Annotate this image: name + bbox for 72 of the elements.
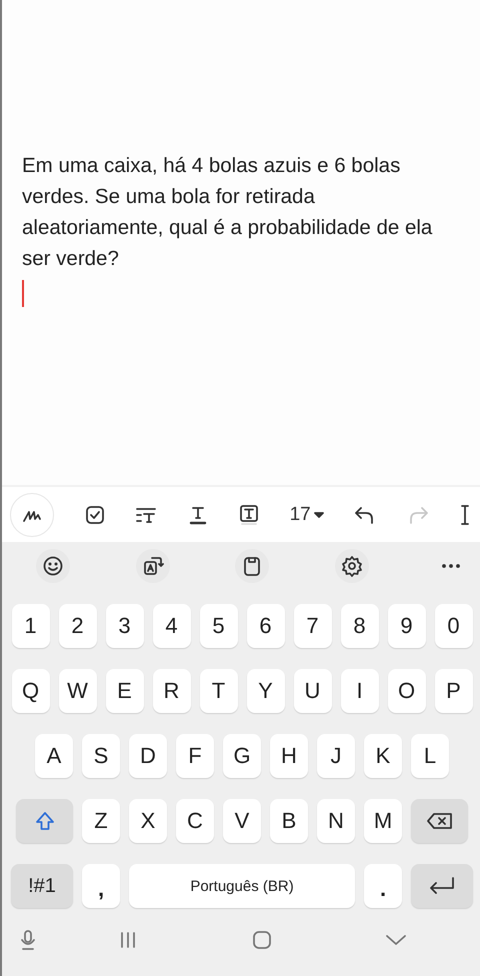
keyboard-key[interactable]: R xyxy=(152,669,190,713)
symbols-key[interactable]: !#1 xyxy=(11,864,73,908)
settings-button[interactable] xyxy=(334,549,368,583)
backspace-icon xyxy=(426,811,454,831)
space-key[interactable]: Português (BR) xyxy=(129,864,355,908)
keyboard-key[interactable]: G xyxy=(223,734,261,778)
keyboard-key[interactable]: I xyxy=(340,669,378,713)
keyboard-key[interactable]: B xyxy=(270,799,308,843)
translate-button[interactable] xyxy=(136,549,170,583)
keyboard-key[interactable]: D xyxy=(129,734,167,778)
shift-arrow-icon xyxy=(34,810,56,832)
keyboard-key[interactable]: P xyxy=(434,669,472,713)
pen-scribble-button[interactable] xyxy=(10,492,54,536)
clipboard-icon xyxy=(241,555,263,577)
keyboard-key[interactable]: A xyxy=(35,734,73,778)
emoji-icon xyxy=(42,555,64,577)
keyboard-key[interactable]: L xyxy=(411,734,449,778)
keyboard-key[interactable]: M xyxy=(364,799,402,843)
checkbox-button[interactable] xyxy=(84,504,105,524)
keyboard-key[interactable]: Y xyxy=(246,669,284,713)
font-size-dropdown[interactable]: 17 xyxy=(290,504,324,526)
note-text: Em uma caixa, há 4 bolas azuis e 6 bolas verdes. Se uma bola for retirada aleatoriamente, qual é a probabilidade de ela ser verde? xyxy=(22,153,434,272)
text-underline-icon xyxy=(188,504,208,524)
text-cursor-icon xyxy=(460,504,470,526)
keyboard-key[interactable]: X xyxy=(129,799,167,843)
keyboard-key[interactable]: 5 xyxy=(200,604,238,648)
keyboard-key[interactable]: 8 xyxy=(340,604,378,648)
emoji-button[interactable] xyxy=(36,549,70,583)
text-underline-button[interactable] xyxy=(188,504,208,524)
enter-key[interactable] xyxy=(411,864,473,908)
shift-key[interactable] xyxy=(16,799,73,843)
keyboard-key[interactable]: T xyxy=(200,669,238,713)
enter-arrow-icon xyxy=(428,876,456,896)
backspace-key[interactable] xyxy=(411,799,468,843)
keyboard-key[interactable]: J xyxy=(317,734,355,778)
keyboard-key[interactable]: , xyxy=(82,864,120,908)
settings-icon xyxy=(340,555,362,577)
keyboard-key[interactable]: 3 xyxy=(106,604,144,648)
keyboard-key[interactable]: 4 xyxy=(152,604,190,648)
keyboard-key[interactable]: V xyxy=(223,799,261,843)
keyboard-key[interactable]: . xyxy=(364,864,402,908)
more-icon xyxy=(442,564,460,568)
keyboard-key[interactable]: Q xyxy=(12,669,50,713)
text-style-icon xyxy=(135,506,158,524)
keyboard-key[interactable]: N xyxy=(317,799,355,843)
home-icon xyxy=(251,929,273,951)
translate-icon xyxy=(142,555,164,577)
caret-icon xyxy=(314,512,324,518)
keyboard-key[interactable]: Z xyxy=(82,799,120,843)
keyboard-key[interactable]: 0 xyxy=(434,604,472,648)
keyboard-key[interactable]: F xyxy=(176,734,214,778)
keyboard-key[interactable]: U xyxy=(294,669,332,713)
keyboard-key[interactable]: 9 xyxy=(388,604,426,648)
keyboard-key[interactable]: 2 xyxy=(58,604,96,648)
keyboard-key[interactable]: 6 xyxy=(246,604,284,648)
text-box-button[interactable] xyxy=(238,504,259,524)
keyboard-key[interactable]: S xyxy=(82,734,120,778)
keyboard-key[interactable]: K xyxy=(364,734,402,778)
keyboard-key[interactable]: W xyxy=(58,669,96,713)
keyboard-key[interactable]: C xyxy=(176,799,214,843)
text-cursor-button[interactable] xyxy=(460,504,470,526)
home-button[interactable] xyxy=(251,929,273,951)
text-style-button[interactable] xyxy=(135,506,158,524)
checkbox-icon xyxy=(84,504,105,524)
keyboard-key[interactable]: O xyxy=(388,669,426,713)
keyboard-key[interactable]: H xyxy=(270,734,308,778)
keyboard-key[interactable]: 1 xyxy=(12,604,50,648)
text-box-icon xyxy=(238,504,259,524)
keyboard-key[interactable]: E xyxy=(106,669,144,713)
keyboard-key[interactable]: 7 xyxy=(294,604,332,648)
redo-icon xyxy=(407,504,430,524)
clipboard-button[interactable] xyxy=(235,549,269,583)
